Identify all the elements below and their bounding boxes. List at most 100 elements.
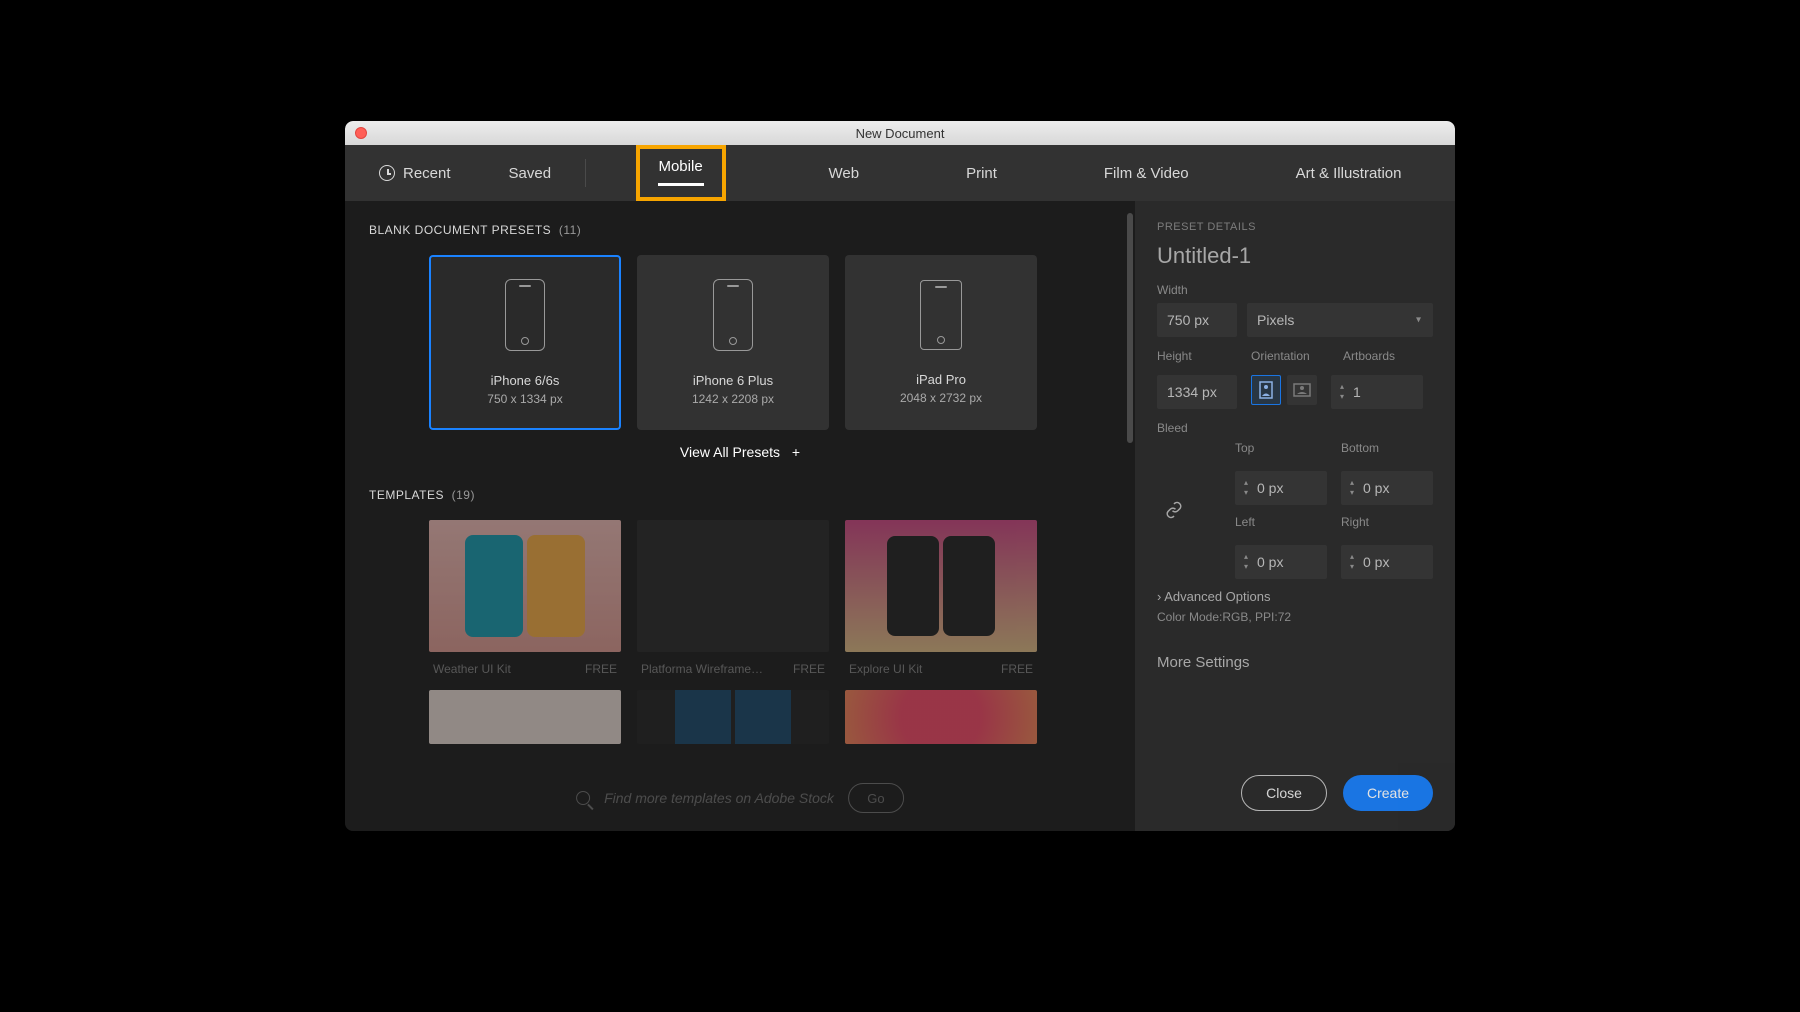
template-card[interactable]	[637, 690, 829, 754]
presets-header-text: BLANK DOCUMENT PRESETS	[369, 223, 551, 237]
template-card-explore[interactable]: Explore UI Kit FREE	[845, 520, 1037, 676]
scrollbar[interactable]	[1127, 213, 1135, 751]
preset-dims: 2048 x 2732 px	[900, 391, 982, 405]
templates-header-text: TEMPLATES	[369, 488, 444, 502]
advanced-options-toggle[interactable]: Advanced Options	[1157, 589, 1433, 604]
preset-row: iPhone 6/6s 750 x 1334 px iPhone 6 Plus …	[369, 255, 1111, 430]
preset-details-label: PRESET DETAILS	[1157, 221, 1433, 233]
view-all-presets[interactable]: View All Presets +	[369, 444, 1111, 460]
orientation-group	[1251, 375, 1317, 409]
bleed-top-input[interactable]: ▴▾ 0 px	[1235, 471, 1327, 505]
clock-icon	[379, 165, 395, 181]
orientation-portrait-button[interactable]	[1251, 375, 1281, 405]
stepper-up-icon[interactable]: ▴	[1350, 479, 1354, 487]
link-icon	[1165, 501, 1183, 519]
preset-card-ipad-pro[interactable]: iPad Pro 2048 x 2732 px	[845, 255, 1037, 430]
document-title[interactable]: Untitled-1	[1157, 243, 1433, 269]
template-search-bar: Find more templates on Adobe Stock Go	[576, 783, 904, 813]
template-card[interactable]	[845, 690, 1037, 754]
presets-count: (11)	[559, 223, 581, 237]
stepper-down-icon[interactable]: ▾	[1244, 489, 1248, 497]
bleed-left-input[interactable]: ▴▾ 0 px	[1235, 545, 1327, 579]
tab-saved[interactable]: Saved	[505, 159, 556, 188]
tab-art-illustration[interactable]: Art & Illustration	[1292, 159, 1406, 188]
bleed-label: Bleed	[1157, 421, 1433, 435]
template-price: FREE	[793, 662, 825, 676]
template-row-1: Weather UI Kit FREE Platforma Wireframe……	[369, 520, 1111, 676]
stepper-down-icon[interactable]: ▾	[1244, 563, 1248, 571]
artboards-value: 1	[1349, 384, 1423, 400]
category-tabbar: Recent Saved Mobile Web Print Film & Vid…	[345, 145, 1455, 201]
artboards-input[interactable]: ▴ ▾ 1	[1331, 375, 1423, 409]
units-value: Pixels	[1257, 312, 1294, 328]
preset-name: iPhone 6 Plus	[693, 373, 773, 388]
stepper-up-icon[interactable]: ▴	[1350, 553, 1354, 561]
stepper-down-icon[interactable]: ▾	[1350, 563, 1354, 571]
template-thumb	[637, 520, 829, 652]
tab-film-video[interactable]: Film & Video	[1100, 159, 1193, 188]
width-input[interactable]: 750 px	[1157, 303, 1237, 337]
stepper-down-icon[interactable]: ▾	[1340, 393, 1344, 401]
close-window-icon[interactable]	[355, 127, 367, 139]
tab-print[interactable]: Print	[962, 159, 1001, 188]
template-card-weather[interactable]: Weather UI Kit FREE	[429, 520, 621, 676]
template-row-2	[369, 690, 1111, 754]
landscape-icon	[1293, 383, 1311, 397]
preset-dims: 1242 x 2208 px	[692, 392, 774, 406]
template-thumb	[637, 690, 829, 744]
bleed-right-value: 0 px	[1359, 554, 1433, 570]
color-mode-summary: Color Mode:RGB, PPI:72	[1157, 610, 1433, 624]
go-label: Go	[867, 791, 884, 806]
stepper-up-icon[interactable]: ▴	[1244, 553, 1248, 561]
tab-label: Saved	[509, 165, 552, 182]
more-settings-button[interactable]: More Settings	[1157, 654, 1433, 671]
preset-name: iPad Pro	[916, 372, 966, 387]
orientation-landscape-button[interactable]	[1287, 375, 1317, 405]
bleed-bottom-input[interactable]: ▴▾ 0 px	[1341, 471, 1433, 505]
templates-count: (19)	[452, 488, 475, 502]
search-go-button[interactable]: Go	[848, 783, 904, 813]
phone-icon	[713, 279, 753, 351]
tab-label: Print	[966, 165, 997, 182]
tab-recent[interactable]: Recent	[375, 159, 455, 188]
tab-label: Art & Illustration	[1296, 165, 1402, 182]
main-panel: BLANK DOCUMENT PRESETS (11) iPhone 6/6s …	[345, 201, 1135, 831]
units-select[interactable]: Pixels ▾	[1247, 303, 1433, 337]
preset-card-iphone6-plus[interactable]: iPhone 6 Plus 1242 x 2208 px	[637, 255, 829, 430]
template-card-platforma[interactable]: Platforma Wireframe… FREE	[637, 520, 829, 676]
window-title: New Document	[345, 126, 1455, 141]
template-search-input[interactable]: Find more templates on Adobe Stock	[604, 790, 834, 807]
template-card[interactable]	[429, 690, 621, 754]
chevron-down-icon: ▾	[1416, 315, 1421, 326]
tab-mobile[interactable]: Mobile	[636, 145, 726, 201]
bleed-right-input[interactable]: ▴ ▾ 0 px	[1341, 545, 1433, 579]
template-name: Weather UI Kit	[433, 662, 511, 676]
right-label: Right	[1341, 515, 1433, 529]
plus-icon: +	[792, 444, 800, 460]
portrait-icon	[1259, 381, 1273, 399]
traffic-lights	[355, 127, 367, 139]
phone-icon	[505, 279, 545, 351]
template-price: FREE	[1001, 662, 1033, 676]
tab-web[interactable]: Web	[825, 159, 864, 188]
create-button[interactable]: Create	[1343, 775, 1433, 811]
height-input[interactable]: 1334 px	[1157, 375, 1237, 409]
link-bleed-button[interactable]	[1157, 493, 1191, 527]
template-price: FREE	[585, 662, 617, 676]
view-all-label: View All Presets	[680, 444, 780, 460]
close-button[interactable]: Close	[1241, 775, 1327, 811]
create-label: Create	[1367, 785, 1409, 801]
preset-details-panel: PRESET DETAILS Untitled-1 Width 750 px P…	[1135, 201, 1455, 831]
stepper-down-icon[interactable]: ▾	[1350, 489, 1354, 497]
tab-label: Recent	[403, 165, 451, 182]
stepper-up-icon[interactable]: ▴	[1340, 383, 1344, 391]
preset-card-iphone6[interactable]: iPhone 6/6s 750 x 1334 px	[429, 255, 621, 430]
bottom-label: Bottom	[1341, 441, 1433, 455]
stepper-up-icon[interactable]: ▴	[1244, 479, 1248, 487]
left-label: Left	[1235, 515, 1327, 529]
panel-buttons: Close Create	[1241, 775, 1433, 811]
tab-label: Film & Video	[1104, 165, 1189, 182]
artboards-label: Artboards	[1343, 349, 1395, 363]
preset-dims: 750 x 1334 px	[487, 392, 562, 406]
scrollbar-thumb[interactable]	[1127, 213, 1133, 443]
